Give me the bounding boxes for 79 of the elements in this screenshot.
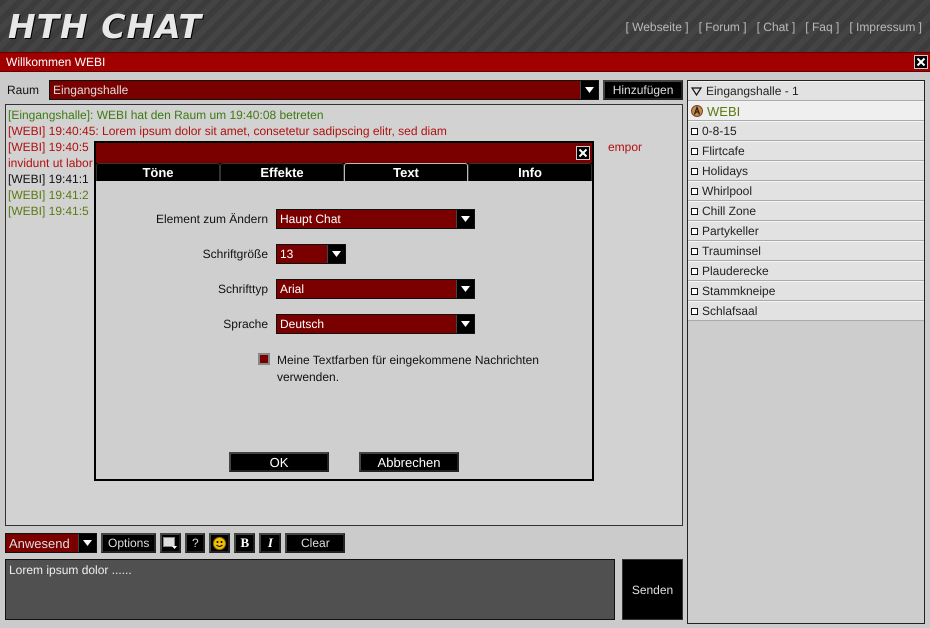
nav-link[interactable]: [ Webseite ] (625, 20, 689, 34)
square-icon (691, 148, 698, 154)
room-item[interactable]: Holidays (688, 161, 924, 181)
field-label: Element zum Ändern (156, 212, 268, 226)
caret-icon (461, 321, 470, 327)
select-field[interactable]: Haupt Chat (276, 209, 475, 229)
user-item[interactable]: WEBI (688, 101, 924, 121)
nav-link[interactable]: [ Impressum ] (849, 20, 922, 34)
logo: HTH CHAT (8, 6, 202, 46)
field-label: Schriftgröße (202, 247, 268, 261)
clear-button[interactable]: Clear (285, 533, 346, 553)
caret-icon (461, 286, 470, 292)
room-item[interactable]: Schlafsaal (688, 301, 924, 321)
chat-message: [WEBI] 19:41:5 (8, 203, 89, 219)
select-field[interactable]: 13 (276, 244, 346, 264)
close-button[interactable] (576, 146, 590, 160)
italic-button[interactable]: I (259, 533, 282, 553)
color-swatch-icon (163, 537, 178, 549)
tab[interactable]: Töne (96, 163, 220, 181)
square-icon (691, 308, 698, 314)
square-icon (691, 288, 698, 294)
room-item[interactable]: Trauminsel (688, 241, 924, 261)
nav-link[interactable]: [ Chat ] (756, 20, 796, 34)
chat-message: [WEBI] 19:41:1 (8, 171, 89, 187)
caret-icon (83, 540, 92, 546)
room-select[interactable]: Eingangshalle (48, 80, 600, 100)
checkbox-label: Meine Textfarben für eingekommene Nachrichten verwenden. (277, 352, 540, 386)
tab[interactable]: Effekte (220, 163, 344, 181)
close-button[interactable] (914, 55, 928, 69)
chat-message: empor (608, 139, 642, 155)
tab[interactable]: Text (344, 163, 468, 181)
square-icon (691, 268, 698, 274)
room-item[interactable]: Chill Zone (688, 201, 924, 221)
room-item[interactable]: 0-8-15 (688, 121, 924, 141)
checkbox[interactable] (258, 353, 270, 365)
chat-message: [Eingangshalle]: WEBI hat den Raum um 19:40:08 betreten (8, 107, 324, 123)
smiley-button[interactable] (209, 533, 230, 553)
options-button[interactable]: Options (101, 533, 156, 553)
square-icon (691, 188, 698, 194)
smiley-icon (213, 536, 226, 550)
close-icon (914, 55, 928, 69)
select-field[interactable]: Arial (276, 279, 475, 299)
field-label: Sprache (223, 317, 268, 331)
caret-icon (585, 87, 594, 93)
room-item[interactable]: Eingangshalle - 1 (688, 81, 924, 101)
color-picker-button[interactable] (160, 533, 182, 553)
nav-link[interactable]: [ Faq ] (805, 20, 840, 34)
room-item[interactable]: Partykeller (688, 221, 924, 241)
field-label: Schrifttyp (218, 282, 268, 296)
room-item[interactable]: Whirlpool (688, 181, 924, 201)
chat-message: [WEBI] 19:40:45: Lorem ipsum dolor sit amet, consetetur sadipscing elitr, sed diam (8, 123, 447, 139)
chat-message: [WEBI] 19:40:5 (8, 139, 89, 155)
room-item[interactable]: Stammkneipe (688, 281, 924, 301)
square-icon (691, 228, 698, 234)
square-icon (691, 128, 698, 134)
tab[interactable]: Info (468, 163, 592, 181)
chat-message: [WEBI] 19:41:2 (8, 187, 89, 203)
room-label: Raum (6, 83, 40, 97)
welcome-title: Willkommen WEBI (6, 55, 106, 69)
room-item[interactable]: Plauderecke (688, 261, 924, 281)
square-icon (691, 248, 698, 254)
select-field[interactable]: Deutsch (276, 314, 475, 334)
caret-icon (332, 251, 341, 257)
avatar-icon (691, 105, 703, 117)
nav-link[interactable]: [ Forum ] (698, 20, 747, 34)
add-button[interactable]: Hinzufügen (603, 80, 683, 100)
room-item[interactable]: Flirtcafe (688, 141, 924, 161)
bold-button[interactable]: B (234, 533, 256, 553)
dialog-button[interactable]: OK (229, 452, 329, 472)
message-input[interactable]: Lorem ipsum dolor ...... (5, 559, 615, 620)
status-select[interactable]: Anwesend (5, 533, 97, 553)
caret-icon (461, 216, 470, 222)
chat-message: invidunt ut labor (8, 155, 93, 171)
dialog-button[interactable]: Abbrechen (359, 452, 459, 472)
close-icon (576, 146, 590, 160)
help-button[interactable]: ? (185, 533, 206, 553)
square-icon (691, 208, 698, 214)
send-button[interactable]: Senden (622, 559, 683, 620)
square-icon (691, 168, 698, 174)
